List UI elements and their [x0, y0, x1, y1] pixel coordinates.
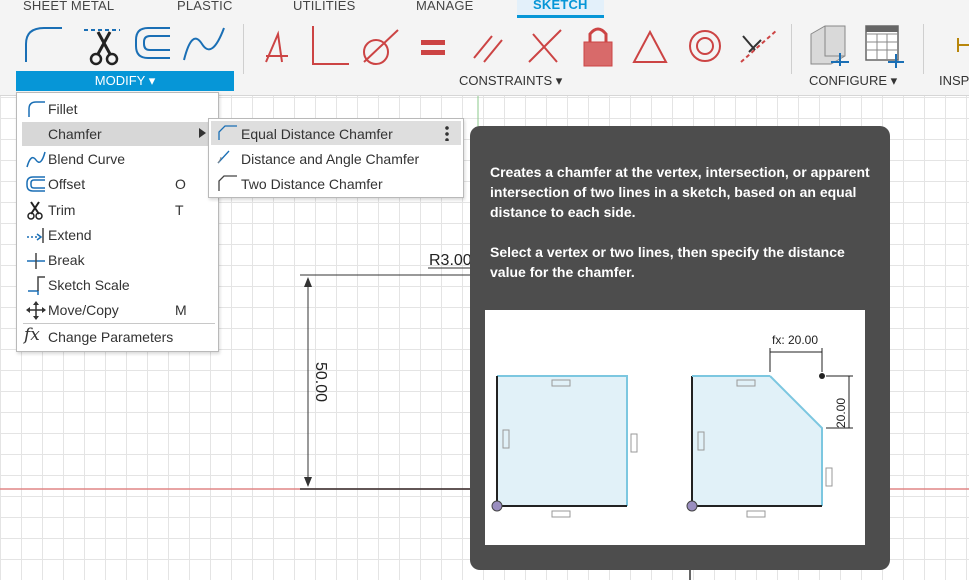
menu-item-break[interactable]: Break: [22, 248, 218, 272]
chamfer-tooltip: Creates a chamfer at the vertex, interse…: [470, 126, 890, 570]
menu-item-shortcut: T: [175, 202, 184, 218]
tooltip-description: Creates a chamfer at the vertex, interse…: [490, 164, 870, 220]
sketch-scale-icon: [28, 276, 45, 295]
menu-item-trim[interactable]: Trim T: [22, 198, 218, 222]
offset-icon: [26, 176, 45, 192]
vertical-dimension[interactable]: 50.00: [311, 360, 329, 404]
two-distance-chamfer-icon: [218, 175, 237, 191]
fx-dimension-label: fx: 20.00: [772, 333, 818, 347]
concentric-constraint-icon[interactable]: [685, 22, 725, 70]
chamfer-illustration: fx: 20.00 20.00: [491, 333, 853, 518]
menu-item-fillet[interactable]: Fillet: [22, 97, 218, 121]
submenu-item-label: Equal Distance Chamfer: [241, 126, 393, 142]
toolbar: SHEET METAL PLASTIC UTILITIES MANAGE SKE…: [0, 0, 969, 96]
submenu-item-label: Distance and Angle Chamfer: [241, 151, 420, 167]
fx-icon: fx: [24, 325, 40, 345]
offset-tool-icon[interactable]: [130, 22, 178, 70]
fix-constraint-icon[interactable]: [578, 22, 618, 70]
configure-table-icon[interactable]: [805, 22, 853, 70]
more-options-icon[interactable]: [445, 125, 449, 141]
fillet-icon: [28, 101, 45, 117]
tab-manage[interactable]: MANAGE: [416, 0, 474, 13]
submenu-item-equal-distance-chamfer[interactable]: Equal Distance Chamfer: [211, 121, 461, 145]
tab-sheet-metal[interactable]: SHEET METAL: [23, 0, 114, 13]
menu-item-label: Extend: [48, 227, 92, 243]
menu-item-blend-curve[interactable]: Blend Curve: [22, 147, 218, 171]
menu-item-label: Trim: [48, 202, 76, 218]
blend-curve-icon: [26, 151, 46, 168]
configure-dropdown-button[interactable]: CONFIGURE ▾: [809, 73, 897, 89]
divider: [243, 24, 244, 74]
menu-item-offset[interactable]: Offset O: [22, 172, 218, 196]
menu-item-label: Chamfer: [48, 126, 102, 142]
scissors-icon: [27, 201, 43, 220]
tab-sketch[interactable]: SKETCH: [517, 0, 604, 18]
trim-tool-icon[interactable]: [80, 22, 128, 70]
menu-item-label: Blend Curve: [48, 151, 126, 167]
divider: [923, 24, 924, 74]
tooltip-illustration: fx: 20.00 20.00: [485, 310, 865, 545]
coincident-constraint-icon[interactable]: [258, 22, 298, 70]
blend-curve-tool-icon[interactable]: [180, 22, 228, 70]
menu-item-move-copy[interactable]: Move/Copy M: [22, 298, 218, 322]
inspect-measure-icon[interactable]: [954, 22, 969, 70]
divider: [791, 24, 792, 74]
menu-item-change-parameters[interactable]: fx Change Parameters: [22, 325, 218, 349]
menu-item-shortcut: O: [175, 176, 186, 192]
triangle-constraint-icon[interactable]: [630, 22, 670, 70]
extend-icon: [27, 228, 44, 243]
equal-distance-chamfer-icon: [218, 125, 237, 140]
tab-plastic[interactable]: PLASTIC: [177, 0, 233, 13]
menu-item-shortcut: M: [175, 302, 187, 318]
configure-grid-icon[interactable]: [860, 22, 908, 70]
tooltip-instruction: Select a vertex or two lines, then speci…: [490, 244, 845, 280]
move-icon: [26, 301, 46, 320]
menu-divider: [23, 323, 215, 324]
submenu-item-label: Two Distance Chamfer: [241, 176, 383, 192]
chamfer-submenu: Equal Distance Chamfer Distance and Angl…: [208, 118, 464, 198]
radius-dimension[interactable]: R3.00: [429, 252, 470, 270]
symmetry-constraint-icon[interactable]: [737, 22, 781, 70]
menu-item-label: Fillet: [48, 101, 78, 117]
menu-item-chamfer[interactable]: Chamfer: [22, 122, 218, 146]
submenu-arrow-icon: [199, 128, 206, 138]
modify-menu: Fillet Chamfer Blend Curve Offset O Trim…: [16, 92, 219, 352]
equal-constraint-icon[interactable]: [415, 22, 455, 70]
menu-item-label: Sketch Scale: [48, 277, 130, 293]
perpendicular-constraint-icon[interactable]: [305, 22, 353, 70]
tangent-constraint-icon[interactable]: [358, 22, 406, 70]
tab-utilities[interactable]: UTILITIES: [293, 0, 355, 13]
menu-item-label: Move/Copy: [48, 302, 119, 318]
modify-dropdown-button[interactable]: MODIFY ▾: [16, 71, 234, 91]
tooltip-text: Creates a chamfer at the vertex, interse…: [490, 162, 875, 302]
fillet-tool-icon[interactable]: [22, 22, 70, 70]
menu-item-sketch-scale[interactable]: Sketch Scale: [22, 273, 218, 297]
submenu-item-distance-angle-chamfer[interactable]: Distance and Angle Chamfer: [211, 146, 461, 170]
vertical-dimension-label: 20.00: [834, 398, 848, 428]
menu-item-label: Break: [48, 252, 85, 268]
inspect-dropdown-button[interactable]: INSP: [939, 73, 969, 88]
menu-item-label: Offset: [48, 176, 86, 192]
parallel-constraint-icon[interactable]: [470, 22, 510, 70]
menu-item-extend[interactable]: Extend: [22, 223, 218, 247]
submenu-item-two-distance-chamfer[interactable]: Two Distance Chamfer: [211, 171, 461, 195]
menu-item-label: Change Parameters: [48, 329, 174, 345]
collinear-constraint-icon[interactable]: [525, 22, 565, 70]
distance-angle-chamfer-icon: [217, 150, 230, 164]
break-icon: [27, 253, 45, 269]
constraints-dropdown-button[interactable]: CONSTRAINTS ▾: [459, 73, 562, 89]
